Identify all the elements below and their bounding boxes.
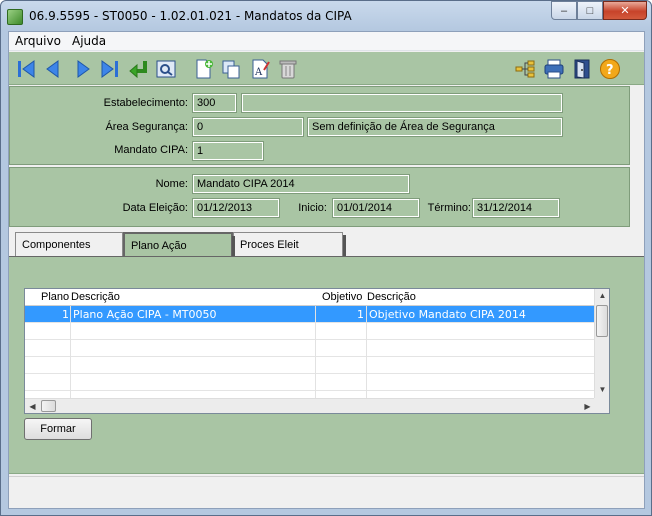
window-title: 06.9.5595 - ST0050 - 1.02.01.021 - Manda… xyxy=(29,9,352,23)
estabelecimento-field[interactable]: 300 xyxy=(192,93,237,113)
tab-componentes[interactable]: Componentes xyxy=(15,232,123,257)
termino-field[interactable]: 31/12/2014 xyxy=(472,198,560,218)
tab-componentes-label: Componentes xyxy=(22,239,91,251)
new-record-icon[interactable] xyxy=(192,57,216,81)
column-divider xyxy=(366,306,367,401)
column-header-objetivo[interactable]: Objetivo xyxy=(322,291,362,303)
tab-proces-eleit[interactable]: Proces Eleit xyxy=(233,232,346,257)
window-controls: – □ ✕ xyxy=(551,1,647,21)
data-eleicao-field[interactable]: 01/12/2013 xyxy=(192,198,280,218)
mandato-cipa-field[interactable]: 1 xyxy=(192,141,264,161)
scroll-right-icon[interactable]: ▶ xyxy=(580,402,595,411)
termino-label: Término: xyxy=(427,202,471,214)
tab-shadow xyxy=(232,236,235,258)
vertical-scroll-thumb[interactable] xyxy=(596,305,608,337)
table-row[interactable] xyxy=(25,323,595,340)
exit-door-icon[interactable] xyxy=(570,57,594,81)
area-seguranca-field[interactable]: 0 xyxy=(192,117,304,137)
tab-strip: Componentes Proces Eleit Plano Ação xyxy=(9,232,644,259)
toolbar: A ? xyxy=(9,52,644,85)
first-record-icon[interactable] xyxy=(14,57,38,81)
table-row[interactable]: 1 Plano Ação CIPA - MT0050 1 Objetivo Ma… xyxy=(25,306,595,323)
nome-field[interactable]: Mandato CIPA 2014 xyxy=(192,174,410,194)
cell-descricao: Plano Ação CIPA - MT0050 xyxy=(73,308,217,321)
data-eleicao-label: Data Eleição: xyxy=(122,202,188,214)
tab-proces-eleit-label: Proces Eleit xyxy=(240,239,299,251)
menu-ajuda[interactable]: Ajuda xyxy=(72,34,106,48)
scroll-down-icon[interactable]: ▼ xyxy=(595,385,610,394)
detail-panel: Nome: Mandato CIPA 2014 Data Eleição: 01… xyxy=(9,167,630,227)
copy-record-icon[interactable] xyxy=(219,57,243,81)
app-icon xyxy=(7,9,23,25)
column-divider xyxy=(70,306,71,401)
cell-plano: 1 xyxy=(62,308,69,321)
scroll-left-icon[interactable]: ◀ xyxy=(25,402,40,411)
help-icon[interactable]: ? xyxy=(598,57,622,81)
tab-plano-acao[interactable]: Plano Ação xyxy=(123,232,235,259)
column-header-objetivo-descricao[interactable]: Descrição xyxy=(367,291,416,303)
area-seguranca-description-field: Sem definição de Área de Segurança xyxy=(307,117,563,137)
inicio-label: Inicio: xyxy=(298,202,327,214)
status-bar xyxy=(9,476,644,508)
scroll-up-icon[interactable]: ▲ xyxy=(595,291,610,300)
application-window: 06.9.5595 - ST0050 - 1.02.01.021 - Manda… xyxy=(0,0,652,516)
menu-arquivo[interactable]: Arquivo xyxy=(15,34,61,48)
svg-text:A: A xyxy=(254,67,263,78)
client-area: Arquivo Ajuda A ? Estabelecimento: 300 Á… xyxy=(8,31,645,509)
grid-header: Plano Descrição Objetivo Descrição xyxy=(25,289,595,306)
tab-body-plano-acao: Plano Descrição Objetivo Descrição 1 Pla… xyxy=(9,256,644,474)
edit-record-icon[interactable]: A xyxy=(249,57,273,81)
cell-objetivo-descricao: Objetivo Mandato CIPA 2014 xyxy=(369,308,526,321)
menu-bar: Arquivo Ajuda xyxy=(9,32,644,51)
table-row[interactable] xyxy=(25,374,595,391)
estabelecimento-label: Estabelecimento: xyxy=(103,97,188,109)
cell-objetivo: 1 xyxy=(357,308,364,321)
next-record-icon[interactable] xyxy=(71,57,95,81)
column-divider xyxy=(315,306,316,401)
column-header-descricao[interactable]: Descrição xyxy=(71,291,120,303)
plano-acao-grid[interactable]: Plano Descrição Objetivo Descrição 1 Pla… xyxy=(24,288,610,414)
horizontal-scroll-thumb[interactable] xyxy=(41,400,56,412)
goto-icon[interactable] xyxy=(127,57,151,81)
table-row[interactable] xyxy=(25,340,595,357)
minimize-button[interactable]: – xyxy=(551,1,577,20)
tab-shadow xyxy=(343,235,346,257)
navigation-tree-icon[interactable] xyxy=(513,57,537,81)
previous-record-icon[interactable] xyxy=(41,57,65,81)
delete-record-icon[interactable] xyxy=(276,57,300,81)
vertical-scrollbar[interactable]: ▲ ▼ xyxy=(594,289,609,400)
area-seguranca-label: Área Segurança: xyxy=(105,121,188,133)
tab-plano-acao-label: Plano Ação xyxy=(131,240,187,252)
last-record-icon[interactable] xyxy=(98,57,122,81)
scrollbar-corner xyxy=(594,398,609,413)
close-button[interactable]: ✕ xyxy=(603,1,647,20)
svg-text:?: ? xyxy=(606,63,614,78)
zoom-search-icon[interactable] xyxy=(154,57,178,81)
maximize-button[interactable]: □ xyxy=(577,1,603,20)
inicio-field[interactable]: 01/01/2014 xyxy=(332,198,420,218)
nome-label: Nome: xyxy=(155,178,188,190)
table-row[interactable] xyxy=(25,357,595,374)
title-bar[interactable]: 06.9.5595 - ST0050 - 1.02.01.021 - Manda… xyxy=(1,1,651,31)
print-icon[interactable] xyxy=(542,57,566,81)
formar-button[interactable]: Formar xyxy=(24,418,92,440)
estabelecimento-description-field xyxy=(241,93,563,113)
column-header-plano[interactable]: Plano xyxy=(41,291,69,303)
horizontal-scrollbar[interactable]: ◀ ▶ xyxy=(25,398,595,413)
header-panel: Estabelecimento: 300 Área Segurança: 0 S… xyxy=(9,86,630,165)
mandato-cipa-label: Mandato CIPA: xyxy=(114,144,188,156)
